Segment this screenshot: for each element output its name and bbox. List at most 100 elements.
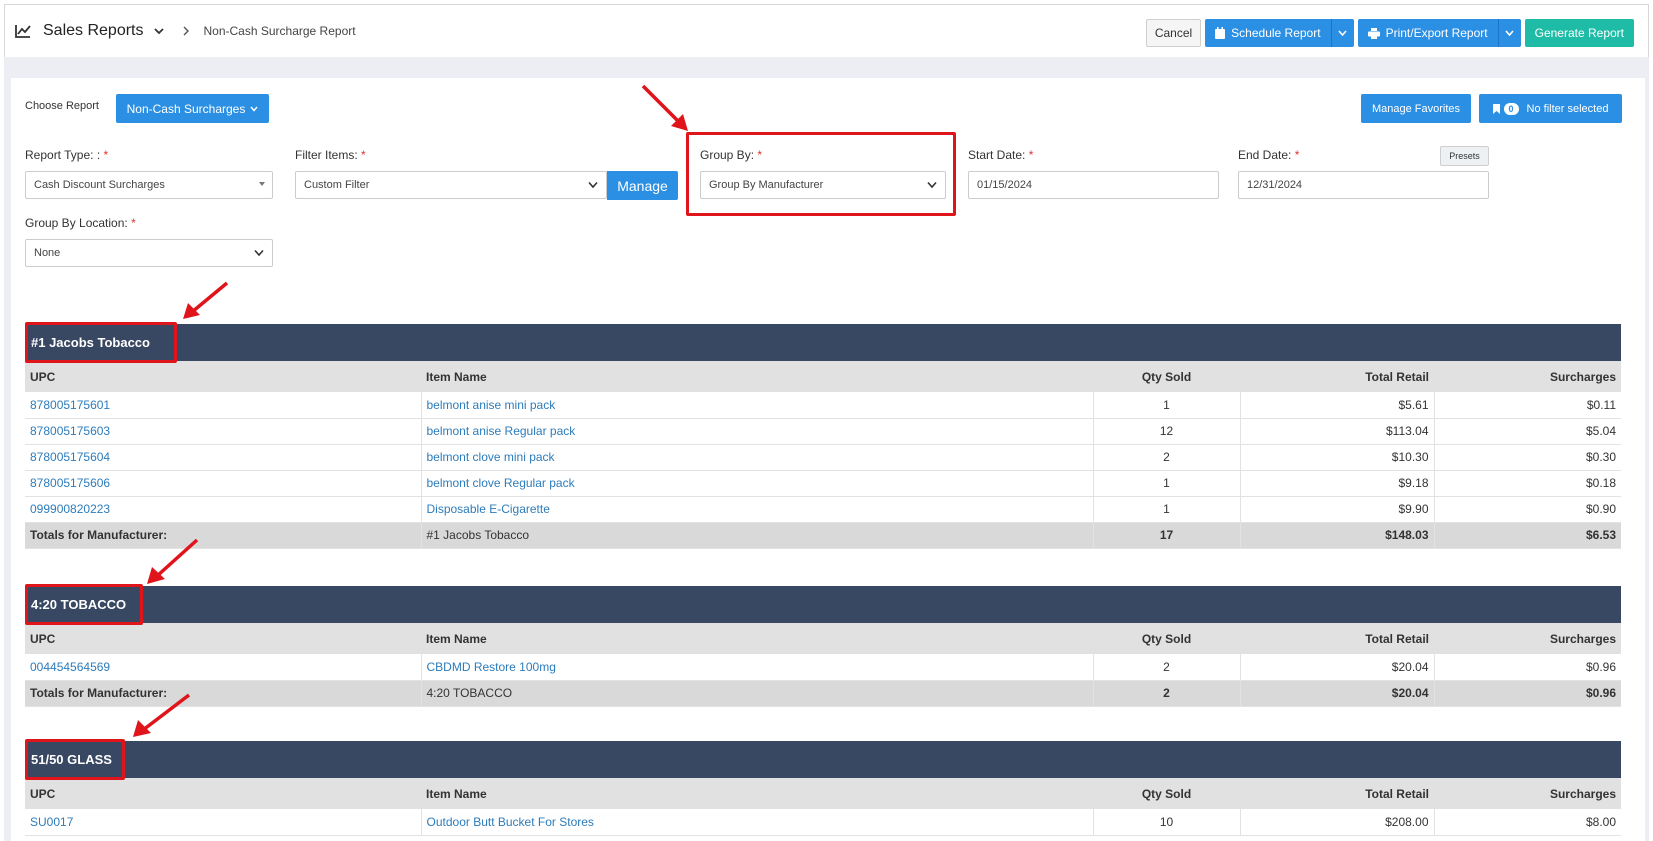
chevron-down-icon	[927, 181, 937, 189]
table-header-row: UPC Item Name Qty Sold Total Retail Surc…	[25, 361, 1621, 392]
line-chart-icon	[15, 25, 31, 38]
total-retail-cell: $20.04	[1239, 654, 1434, 681]
required-mark: *	[131, 216, 136, 230]
table-header-row: UPC Item Name Qty Sold Total Retail Surc…	[25, 778, 1621, 809]
upc-link[interactable]: 878005175603	[30, 424, 110, 438]
group-by-select[interactable]: Group By Manufacturer	[700, 171, 946, 199]
end-date-input[interactable]: 12/31/2024	[1238, 171, 1489, 199]
column-header-item-name[interactable]: Item Name	[421, 623, 1093, 654]
item-name-cell: Disposable E-Cigarette	[420, 496, 1093, 523]
table-row: 004454564569 CBDMD Restore 100mg 2 $20.0…	[25, 654, 1621, 681]
group-header: 51/50 GLASS	[25, 741, 1621, 778]
item-name-cell: Outdoor Butt Bucket For Stores	[420, 809, 1093, 836]
surcharges-cell: $0.90	[1433, 496, 1621, 523]
totals-label: Totals for Manufacturer:	[25, 680, 421, 707]
start-date-label: Start Date: *	[968, 148, 1033, 162]
cancel-button[interactable]: Cancel	[1145, 19, 1202, 47]
column-header-qty-sold[interactable]: Qty Sold	[1093, 623, 1240, 654]
column-header-qty-sold[interactable]: Qty Sold	[1093, 778, 1240, 809]
group-header: #1 Jacobs Tobacco	[25, 324, 1621, 361]
totals-qty: 2	[1092, 680, 1240, 707]
upc-cell: 004454564569	[25, 654, 421, 681]
manage-filter-button[interactable]: Manage	[607, 171, 678, 200]
column-header-total-retail[interactable]: Total Retail	[1240, 778, 1434, 809]
report-type-label-text: Report Type: :	[25, 148, 101, 162]
report-table: UPC Item Name Qty Sold Total Retail Surc…	[25, 778, 1621, 836]
presets-button[interactable]: Presets	[1440, 146, 1489, 166]
total-retail-cell: $10.30	[1239, 444, 1434, 471]
required-mark: *	[1294, 148, 1300, 162]
upc-cell: 878005175601	[25, 392, 421, 419]
column-header-upc[interactable]: UPC	[25, 361, 421, 392]
column-header-total-retail[interactable]: Total Retail	[1240, 623, 1434, 654]
totals-group-name: #1 Jacobs Tobacco	[420, 522, 1093, 549]
app-title[interactable]: Sales Reports	[43, 22, 144, 40]
schedule-report-button[interactable]: Schedule Report	[1205, 19, 1332, 47]
bookmark-icon	[1492, 103, 1500, 114]
totals-retail: $148.03	[1239, 522, 1434, 549]
upc-link[interactable]: 099900820223	[30, 502, 110, 516]
surcharges-cell: $8.00	[1433, 809, 1621, 836]
choose-report-button[interactable]: Non-Cash Surcharges	[116, 94, 269, 123]
filter-items-value: Custom Filter	[304, 179, 370, 191]
column-header-upc[interactable]: UPC	[25, 778, 421, 809]
item-name-link[interactable]: Outdoor Butt Bucket For Stores	[427, 815, 594, 829]
upc-cell: SU0017	[25, 809, 421, 836]
schedule-dropdown-toggle[interactable]	[1332, 19, 1354, 47]
group-by-location-label-text: Group By Location:	[25, 216, 128, 230]
item-name-link[interactable]: belmont anise mini pack	[427, 398, 556, 412]
choose-report-value: Non-Cash Surcharges	[126, 101, 246, 116]
filter-count-badge: 0	[1503, 102, 1519, 115]
totals-row: Totals for Manufacturer: 4:20 TOBACCO 2 …	[25, 680, 1621, 707]
filter-items-select[interactable]: Custom Filter	[295, 171, 607, 199]
item-name-link[interactable]: belmont anise Regular pack	[427, 424, 576, 438]
surcharges-cell: $0.11	[1433, 392, 1621, 419]
print-export-label: Print/Export Report	[1385, 26, 1488, 40]
table-header-row: UPC Item Name Qty Sold Total Retail Surc…	[25, 623, 1621, 654]
table-row: 878005175606 belmont clove Regular pack …	[25, 470, 1621, 497]
breadcrumb: Non-Cash Surcharge Report	[203, 24, 356, 38]
surcharges-cell: $5.04	[1433, 418, 1621, 445]
column-header-item-name[interactable]: Item Name	[421, 778, 1093, 809]
group-by-location-select[interactable]: None	[25, 239, 273, 267]
total-retail-cell: $5.61	[1239, 392, 1434, 419]
column-header-surcharges[interactable]: Surcharges	[1434, 623, 1621, 654]
end-date-label: End Date: *	[1238, 148, 1299, 162]
column-header-item-name[interactable]: Item Name	[421, 361, 1093, 392]
upc-link[interactable]: 878005175604	[30, 450, 110, 464]
upc-link[interactable]: SU0017	[30, 815, 73, 829]
table-row: SU0017 Outdoor Butt Bucket For Stores 10…	[25, 809, 1621, 836]
total-retail-cell: $113.04	[1239, 418, 1434, 445]
filter-selector-button[interactable]: 0 No filter selected	[1479, 94, 1622, 123]
column-header-total-retail[interactable]: Total Retail	[1240, 361, 1434, 392]
manage-favorites-button[interactable]: Manage Favorites	[1361, 94, 1471, 123]
required-mark: *	[361, 148, 366, 162]
column-header-surcharges[interactable]: Surcharges	[1434, 778, 1621, 809]
report-type-value: Cash Discount Surcharges	[34, 179, 165, 191]
item-name-link[interactable]: Disposable E-Cigarette	[427, 502, 550, 516]
start-date-label-text: Start Date:	[968, 148, 1026, 162]
upc-cell: 099900820223	[25, 496, 421, 523]
upc-link[interactable]: 004454564569	[30, 660, 110, 674]
print-export-button[interactable]: Print/Export Report	[1358, 19, 1499, 47]
item-name-link[interactable]: belmont clove Regular pack	[427, 476, 575, 490]
upc-link[interactable]: 878005175606	[30, 476, 110, 490]
qty-sold-cell: 2	[1092, 654, 1240, 681]
qty-sold-cell: 10	[1092, 809, 1240, 836]
chevron-down-icon	[254, 249, 264, 257]
column-header-qty-sold[interactable]: Qty Sold	[1093, 361, 1240, 392]
start-date-input[interactable]: 01/15/2024	[968, 171, 1219, 199]
upc-cell: 878005175603	[25, 418, 421, 445]
column-header-upc[interactable]: UPC	[25, 623, 421, 654]
chevron-down-icon[interactable]	[153, 26, 164, 36]
item-name-link[interactable]: belmont clove mini pack	[427, 450, 555, 464]
item-name-link[interactable]: CBDMD Restore 100mg	[427, 660, 556, 674]
item-name-cell: belmont clove Regular pack	[420, 470, 1093, 497]
report-type-select[interactable]: Cash Discount Surcharges	[25, 171, 273, 199]
upc-link[interactable]: 878005175601	[30, 398, 110, 412]
filter-items-label: Filter Items: *	[295, 148, 366, 162]
generate-report-button[interactable]: Generate Report	[1524, 19, 1634, 47]
print-export-dropdown-toggle[interactable]	[1499, 19, 1521, 47]
totals-surcharges: $6.53	[1433, 522, 1621, 549]
column-header-surcharges[interactable]: Surcharges	[1434, 361, 1621, 392]
